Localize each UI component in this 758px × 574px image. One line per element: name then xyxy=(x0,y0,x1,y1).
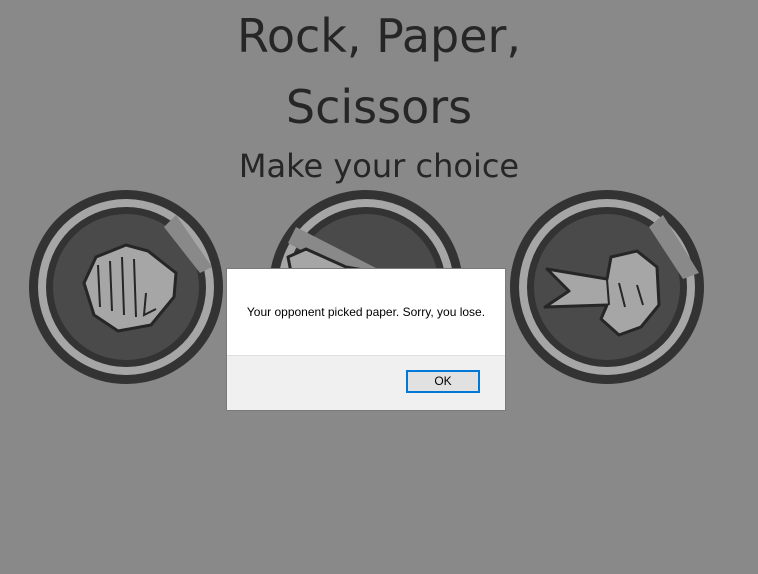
title-line-2: Scissors xyxy=(285,80,473,134)
alert-message: Your opponent picked paper. Sorry, you l… xyxy=(246,305,486,319)
scissors-hand-icon xyxy=(510,190,704,384)
title-line-1: Rock, Paper, xyxy=(236,9,522,63)
alert-dialog: Your opponent picked paper. Sorry, you l… xyxy=(226,268,506,411)
alert-footer: OK xyxy=(227,355,505,410)
rock-choice-button[interactable] xyxy=(26,187,226,387)
subtitle: Make your choice xyxy=(238,147,520,185)
fist-icon xyxy=(29,190,223,384)
scissors-choice-button[interactable] xyxy=(507,187,707,387)
ok-button[interactable]: OK xyxy=(406,370,480,393)
